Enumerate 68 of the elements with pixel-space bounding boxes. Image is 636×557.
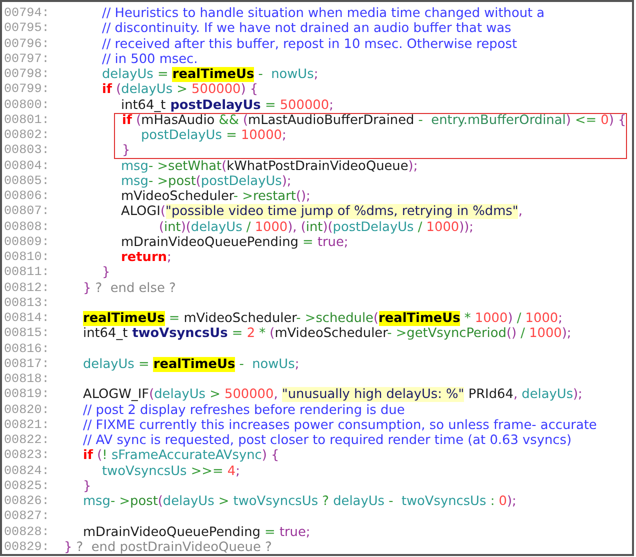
line-number: 00801: <box>4 112 50 128</box>
line-number: 00813: <box>4 296 50 311</box>
code-line: // Heuristics to handle situation when media time changed without a <box>102 6 545 22</box>
code-line: if (mHasAudio && (mLastAudioBufferDrained - entry.mBufferOrdinal) <= 0) { <box>122 113 626 129</box>
code-line: // FIXME currently this increases power consumption, so unless frame- accurate <box>83 418 597 433</box>
code-line: int64_t twoVsyncsUs = 2 * (mVideoScheduler- >getVsyncPeriod() / 1000); <box>83 326 572 342</box>
line-number: 00824: <box>4 464 50 479</box>
line-number: 00805: <box>4 174 50 189</box>
line-number: 00812: <box>4 280 50 296</box>
code-line: delayUs = realTimeUs - nowUs; <box>83 356 300 372</box>
line-number: 00802: <box>4 128 50 144</box>
line-number: 00822: <box>4 433 50 448</box>
line-number: 00825: <box>4 478 50 494</box>
line-number: 00800: <box>4 98 50 113</box>
code-line: delayUs = realTimeUs - nowUs; <box>102 67 318 82</box>
code-line: } ? end else ? <box>83 280 176 296</box>
line-number: 00816: <box>4 342 50 357</box>
line-number: 00828: <box>4 524 50 540</box>
line-number: 00815: <box>4 326 50 342</box>
code-line: mDrainVideoQueuePending = true; <box>83 524 310 540</box>
line-number: 00803: <box>4 143 50 158</box>
code-line: realTimeUs = mVideoScheduler- >schedule(realTimeUs * 1000) / 1000; <box>83 311 562 326</box>
line-number: 00808: <box>4 220 50 235</box>
code-line: if (delayUs > 500000) { <box>102 82 258 98</box>
code-line: } <box>102 265 110 280</box>
line-number: 00794: <box>4 6 50 22</box>
code-line: int64_t postDelayUs = 500000; <box>121 98 334 113</box>
line-number: 00795: <box>4 21 50 36</box>
line-number: 00797: <box>4 52 50 67</box>
line-number: 00807: <box>4 204 50 220</box>
line-number: 00806: <box>4 189 50 204</box>
code-line: msg- >setWhat(kWhatPostDrainVideoQueue); <box>121 158 418 174</box>
line-number: 00820: <box>4 402 50 418</box>
line-number: 00821: <box>4 418 50 433</box>
line-number: 00818: <box>4 372 50 388</box>
code-line: // in 500 msec. <box>102 52 198 67</box>
line-number: 00809: <box>4 234 50 250</box>
code-line: } ? end postDrainVideoQueue ? <box>64 540 272 554</box>
code-line: ALOGI("possible video time jump of %dms, retrying in %dms", <box>121 204 522 220</box>
code-line: return; <box>121 250 172 266</box>
code-line: msg- >post(delayUs > twoVsyncsUs ? delayUs - twoVsyncsUs : 0); <box>83 494 516 510</box>
line-number: 00817: <box>4 356 50 372</box>
code-line: // discontinuity. If we have not drained an audio buffer that was <box>102 21 512 36</box>
code-line: } <box>122 142 130 158</box>
code-line: postDelayUs = 10000; <box>141 128 286 144</box>
line-number: 00811: <box>4 265 50 280</box>
line-number: 00819: <box>4 387 50 402</box>
code-line: mDrainVideoQueuePending = true; <box>121 234 348 250</box>
line-number: 00827: <box>4 509 50 524</box>
line-number: 00814: <box>4 311 50 326</box>
code-line: // post 2 display refreshes before rendering is due <box>83 402 405 418</box>
code-line: // received after this buffer, repost in 10 msec. Otherwise repost <box>102 36 518 52</box>
code-line: ALOGW_IF(delayUs > 500000, "unusually high delayUs: %" PRId64, delayUs); <box>83 387 582 402</box>
code-line: (int)(delayUs / 1000), (int)(postDelayUs / 1000)); <box>159 220 474 235</box>
line-number: 00796: <box>4 36 50 52</box>
line-number: 00829: <box>4 540 50 554</box>
code-line: mVideoScheduler- >restart(); <box>121 189 310 204</box>
code-line: twoVsyncsUs >>= 4; <box>102 464 240 479</box>
line-number: 00826: <box>4 494 50 510</box>
line-number: 00799: <box>4 82 50 98</box>
line-number: 00823: <box>4 448 50 464</box>
code-line: } <box>83 478 92 494</box>
code-line: // AV sync is requested, post closer to required render time (at 0.63 vsyncs) <box>83 433 572 448</box>
code-line: if (! sFrameAccurateAVsync) { <box>83 448 280 464</box>
line-number: 00798: <box>4 67 50 82</box>
line-number: 00804: <box>4 158 50 174</box>
line-number: 00810: <box>4 250 50 266</box>
code-line: msg- >post(postDelayUs); <box>121 174 292 189</box>
